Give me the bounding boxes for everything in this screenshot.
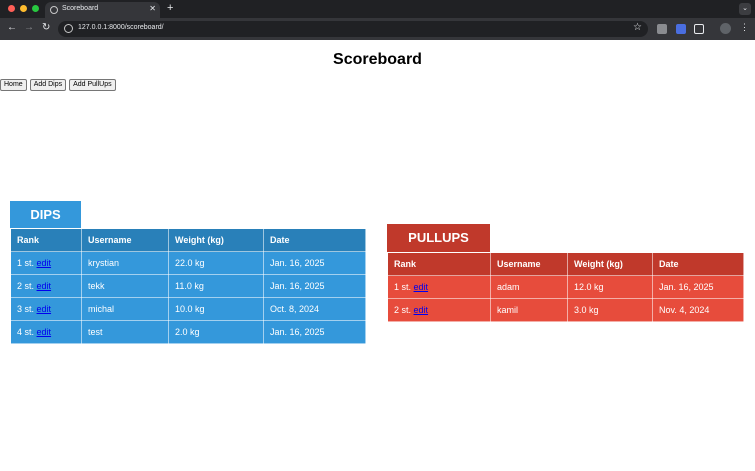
- column-header-rank: Rank: [10, 228, 82, 252]
- table-row: 1 st. edit krystian 22.0 kg Jan. 16, 202…: [10, 251, 366, 275]
- username-cell: adam: [490, 275, 568, 299]
- table-row: 3 st. edit michal 10.0 kg Oct. 8, 2024: [10, 297, 366, 321]
- username-cell: krystian: [81, 251, 169, 275]
- table-header-row: Rank Username Weight (kg) Date: [10, 228, 366, 252]
- dips-scoreboard: DIPS Rank Username Weight (kg) Date 1 st…: [10, 201, 366, 344]
- reload-icon[interactable]: ↻: [42, 22, 50, 34]
- column-header-username: Username: [81, 228, 169, 252]
- rank-cell: 2 st. edit: [387, 298, 491, 322]
- username-cell: tekk: [81, 274, 169, 298]
- table-row: 4 st. edit test 2.0 kg Jan. 16, 2025: [10, 320, 366, 344]
- weight-cell: 11.0 kg: [168, 274, 264, 298]
- table-row: 2 st. edit kamil 3.0 kg Nov. 4, 2024: [387, 298, 744, 322]
- username-cell: test: [81, 320, 169, 344]
- table-header-row: Rank Username Weight (kg) Date: [387, 252, 744, 276]
- date-cell: Oct. 8, 2024: [263, 297, 366, 321]
- edit-link[interactable]: edit: [414, 282, 429, 292]
- globe-icon: [50, 6, 58, 14]
- date-cell: Jan. 16, 2025: [263, 320, 366, 344]
- table-row: 2 st. edit tekk 11.0 kg Jan. 16, 2025: [10, 274, 366, 298]
- menu-icon[interactable]: ⋮: [740, 22, 749, 32]
- rank-cell: 3 st. edit: [10, 297, 82, 321]
- add-pullups-button[interactable]: Add PullUps: [69, 79, 116, 91]
- browser-toolbar: ← → ↻ 127.0.0.1:8000/scoreboard/ ☆ ⋮: [0, 18, 755, 40]
- table-row: 1 st. edit adam 12.0 kg Jan. 16, 2025: [387, 275, 744, 299]
- site-info-icon[interactable]: [64, 24, 73, 33]
- page-title: Scoreboard: [333, 51, 422, 68]
- column-header-username: Username: [490, 252, 568, 276]
- rank-cell: 1 st. edit: [10, 251, 82, 275]
- home-button[interactable]: Home: [0, 79, 27, 91]
- star-icon[interactable]: ☆: [633, 22, 642, 33]
- rank-label: 2 st.: [394, 305, 412, 315]
- weight-cell: 22.0 kg: [168, 251, 264, 275]
- weight-cell: 12.0 kg: [567, 275, 653, 299]
- edit-link[interactable]: edit: [37, 327, 52, 337]
- tab-close-icon[interactable]: ✕: [149, 4, 156, 14]
- column-header-weight: Weight (kg): [168, 228, 264, 252]
- dips-title: DIPS: [10, 201, 81, 228]
- puzzle-icon[interactable]: [694, 24, 704, 34]
- profile-icon[interactable]: [720, 23, 731, 34]
- page-nav: Home Add Dips Add PullUps: [0, 79, 116, 91]
- edit-link[interactable]: edit: [37, 281, 52, 291]
- column-header-rank: Rank: [387, 252, 491, 276]
- extension-icon[interactable]: [657, 24, 667, 34]
- date-cell: Jan. 16, 2025: [652, 275, 744, 299]
- browser-tab-bar: Scoreboard ✕ + ⌄: [0, 0, 755, 18]
- rank-cell: 2 st. edit: [10, 274, 82, 298]
- date-cell: Jan. 16, 2025: [263, 274, 366, 298]
- column-header-date: Date: [652, 252, 744, 276]
- pullups-scoreboard: PULLUPS Rank Username Weight (kg) Date 1…: [387, 224, 744, 322]
- forward-icon[interactable]: →: [24, 22, 34, 34]
- back-icon[interactable]: ←: [7, 22, 17, 34]
- weight-cell: 3.0 kg: [567, 298, 653, 322]
- rank-label: 1 st.: [17, 258, 35, 268]
- maximize-window-button[interactable]: [32, 5, 39, 12]
- username-cell: kamil: [490, 298, 568, 322]
- rank-label: 1 st.: [394, 282, 412, 292]
- shield-icon[interactable]: [676, 24, 686, 34]
- edit-link[interactable]: edit: [414, 305, 429, 315]
- add-dips-button[interactable]: Add Dips: [29, 79, 67, 91]
- rank-cell: 4 st. edit: [10, 320, 82, 344]
- weight-cell: 2.0 kg: [168, 320, 264, 344]
- rank-cell: 1 st. edit: [387, 275, 491, 299]
- column-header-date: Date: [263, 228, 366, 252]
- tab-search-icon[interactable]: ⌄: [739, 3, 751, 15]
- pullups-table: Rank Username Weight (kg) Date 1 st. edi…: [387, 252, 744, 322]
- weight-cell: 10.0 kg: [168, 297, 264, 321]
- rank-label: 4 st.: [17, 327, 35, 337]
- date-cell: Jan. 16, 2025: [263, 251, 366, 275]
- rank-label: 3 st.: [17, 304, 35, 314]
- url-text[interactable]: 127.0.0.1:8000/scoreboard/: [78, 24, 164, 31]
- edit-link[interactable]: edit: [37, 304, 52, 314]
- date-cell: Nov. 4, 2024: [652, 298, 744, 322]
- browser-tab[interactable]: Scoreboard ✕: [45, 2, 160, 18]
- pullups-title: PULLUPS: [387, 224, 490, 252]
- minimize-window-button[interactable]: [20, 5, 27, 12]
- tab-title: Scoreboard: [62, 5, 99, 12]
- edit-link[interactable]: edit: [37, 258, 52, 268]
- dips-table: Rank Username Weight (kg) Date 1 st. edi…: [10, 228, 366, 344]
- username-cell: michal: [81, 297, 169, 321]
- column-header-weight: Weight (kg): [567, 252, 653, 276]
- address-bar[interactable]: 127.0.0.1:8000/scoreboard/ ☆: [58, 21, 648, 37]
- close-window-button[interactable]: [8, 5, 15, 12]
- rank-label: 2 st.: [17, 281, 35, 291]
- new-tab-button[interactable]: +: [167, 2, 173, 14]
